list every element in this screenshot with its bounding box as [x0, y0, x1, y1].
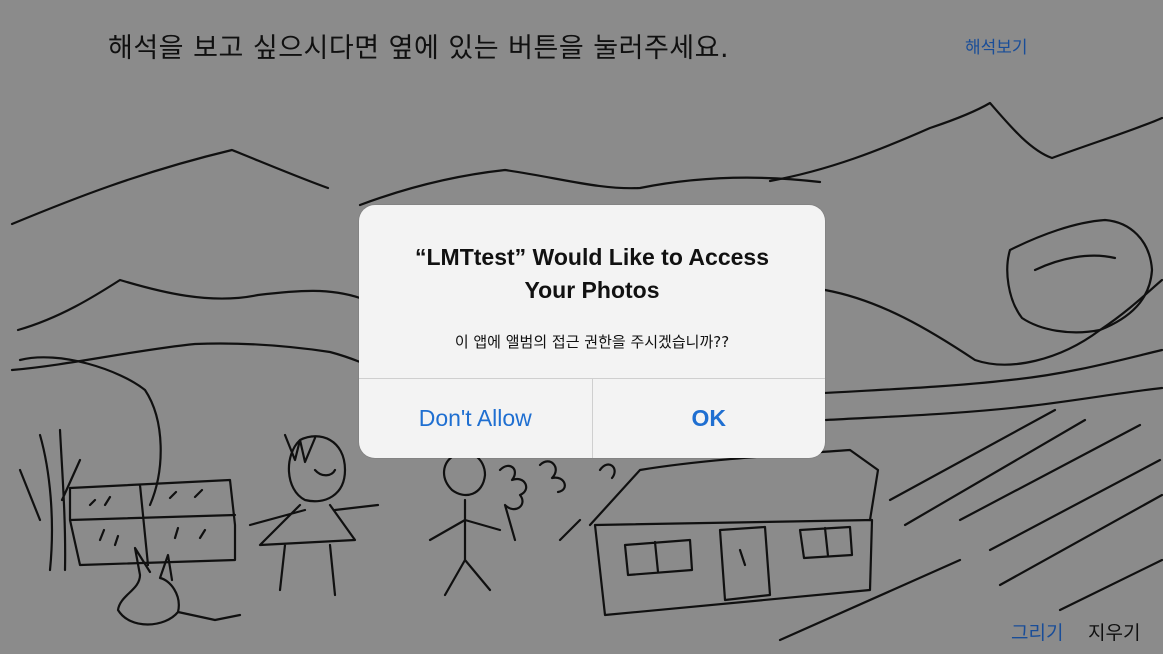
sketch-lines-right — [778, 408, 1163, 642]
dont-allow-button[interactable]: Don't Allow — [359, 379, 592, 458]
sketch-flowers — [498, 460, 616, 542]
sketch-mountain-right — [768, 101, 1163, 183]
sketch-child — [428, 451, 502, 597]
sketch-ridge-left — [16, 278, 362, 332]
photo-permission-alert: “LMTtest” Would Like to Access Your Phot… — [359, 205, 825, 458]
sketch-girl — [248, 433, 380, 597]
erase-link[interactable]: 지우기 — [1088, 618, 1140, 645]
sketch-hills-right — [823, 278, 1163, 366]
sketch-mountain-left — [10, 148, 330, 226]
sketch-fence — [68, 478, 237, 567]
sketch-mountain-mid — [358, 168, 822, 207]
sketch-house-door — [718, 525, 772, 602]
sketch-house-window-right — [798, 525, 854, 560]
draw-link[interactable]: 그리기 — [1011, 618, 1063, 645]
sketch-house-body — [593, 518, 874, 617]
sketch-house-window-left — [623, 538, 694, 577]
sketch-road-lower — [824, 386, 1163, 422]
alert-button-row: Don't Allow OK — [359, 378, 825, 458]
interpret-link[interactable]: 해석보기 — [965, 33, 1028, 58]
instruction-text: 해석을 보고 싶으시다면 옆에 있는 버튼을 눌러주세요. — [108, 33, 730, 64]
app-screen: 해석을 보고 싶으시다면 옆에 있는 버튼을 눌러주세요. 해석보기 그리기 지… — [0, 0, 1163, 654]
alert-title: “LMTtest” Would Like to Access Your Phot… — [415, 244, 769, 303]
sketch-road-upper — [788, 348, 1163, 397]
sketch-house-roof — [588, 448, 880, 527]
sketch-car — [1006, 218, 1154, 334]
ok-button[interactable]: OK — [591, 379, 826, 458]
alert-message: 이 앱에 앨범의 접근 권한을 주시겠습니까?? — [454, 333, 730, 351]
sketch-car-window — [1033, 254, 1117, 272]
sketch-ridge-left-lower — [10, 342, 362, 372]
sketch-bush — [18, 356, 162, 507]
